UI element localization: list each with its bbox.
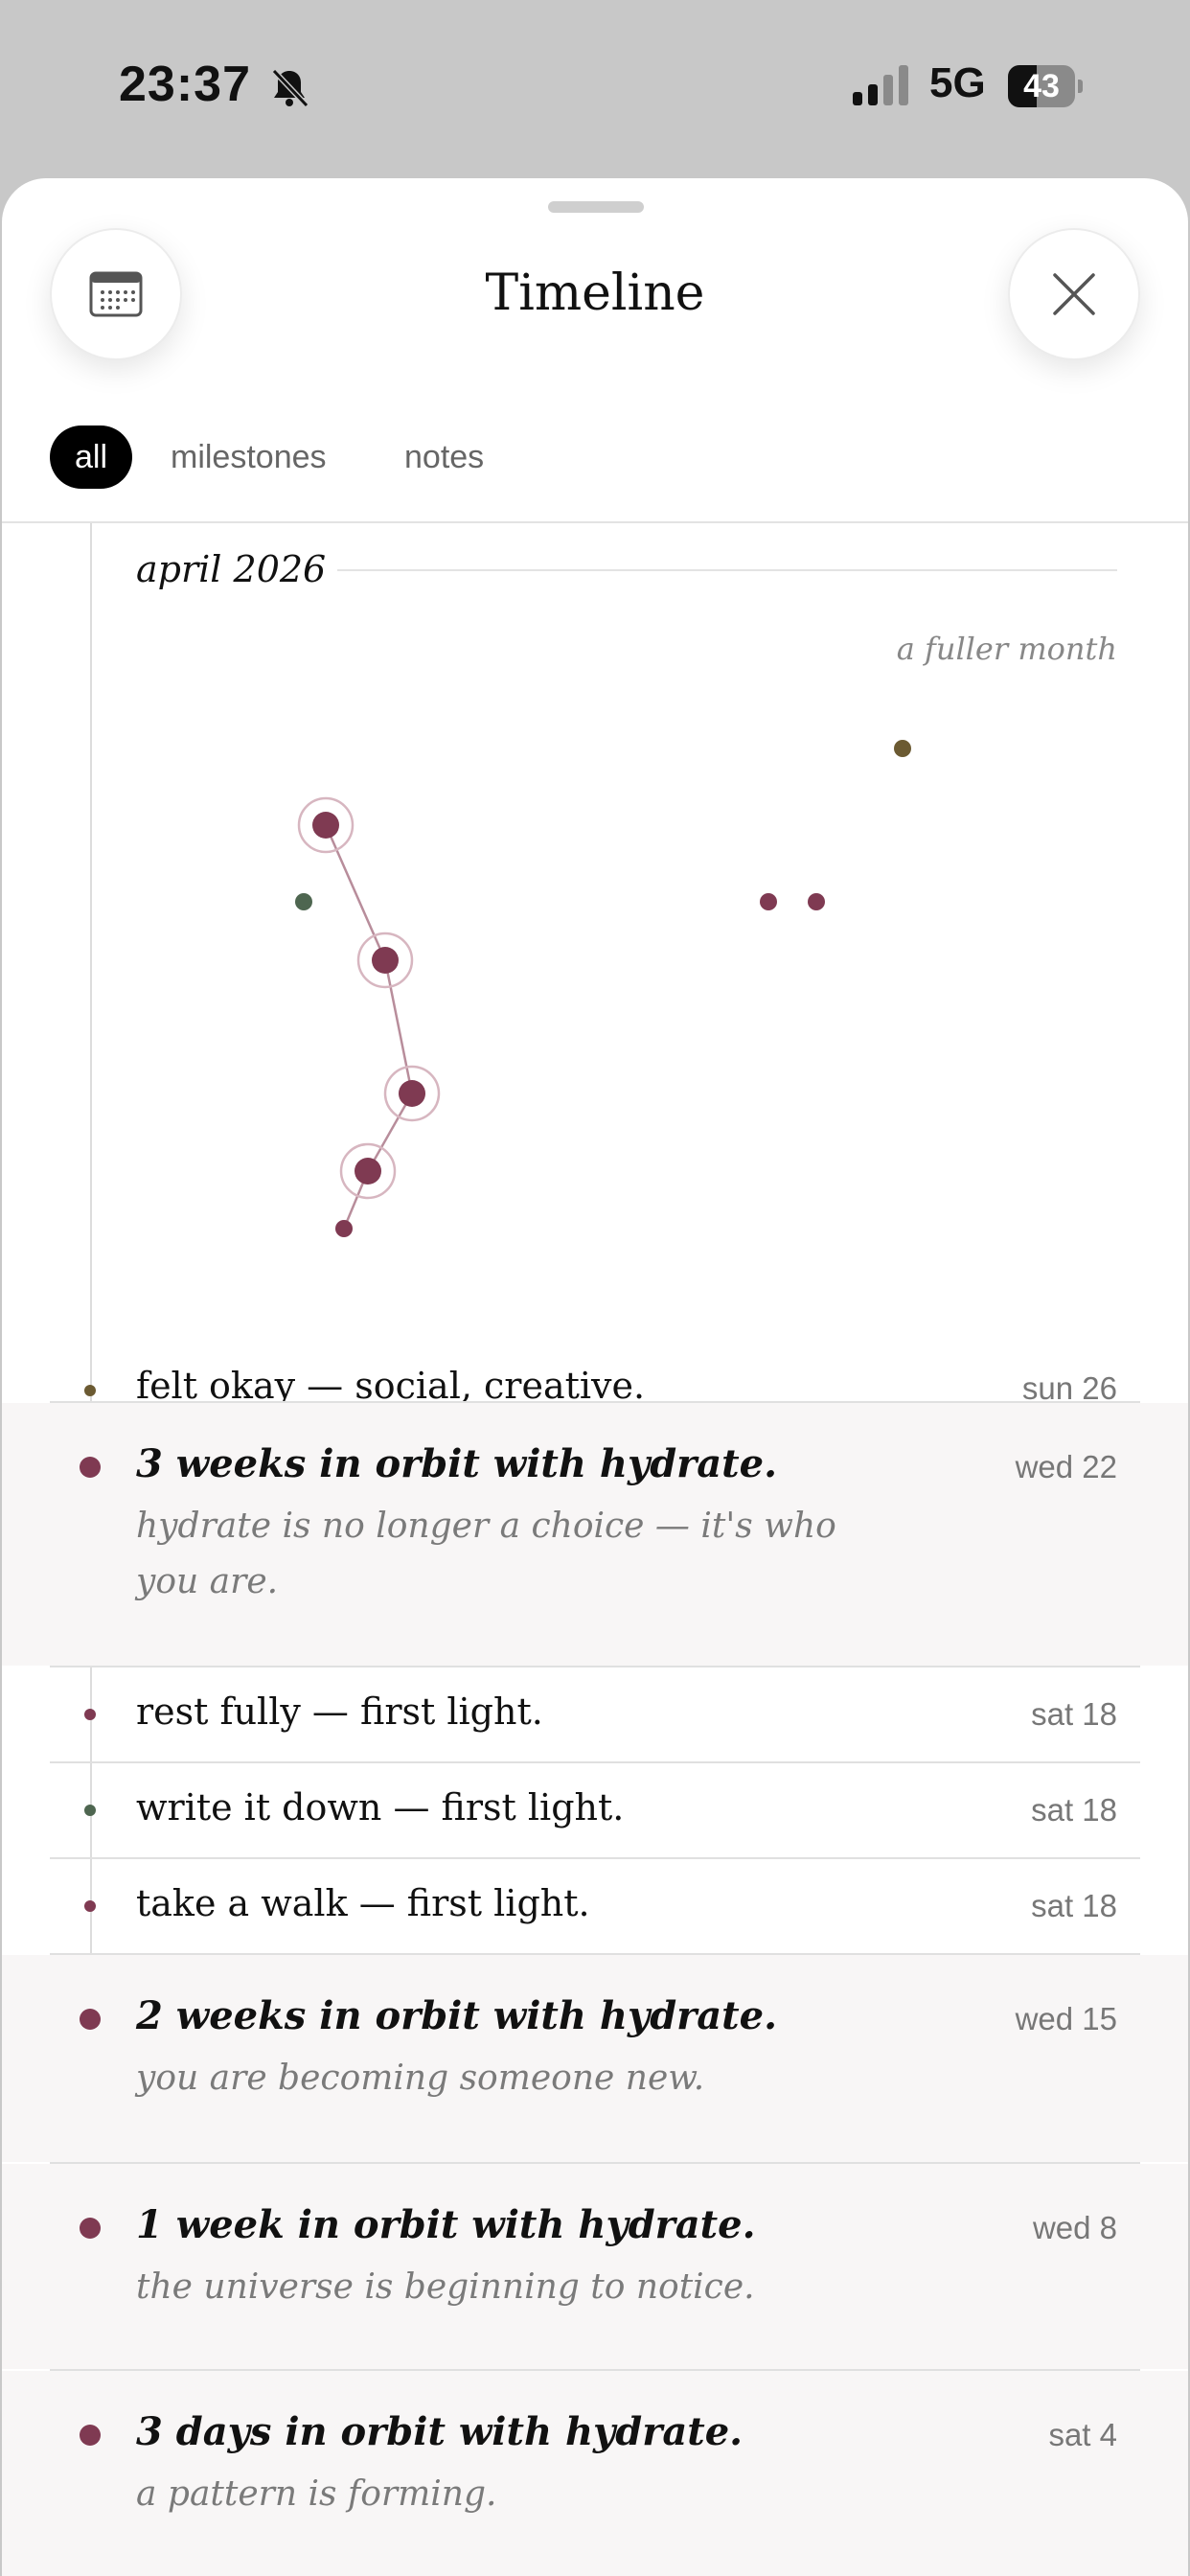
tab-milestones[interactable]: milestones [171, 426, 327, 489]
orbit-milestone-dot[interactable] [312, 812, 339, 839]
orbit-note-dot[interactable] [808, 893, 825, 910]
cellular-signal-icon [853, 65, 908, 105]
entry-date: sat 4 [1048, 2417, 1117, 2452]
bell-slash-icon [271, 68, 309, 108]
entry-text: write it down — first light. [136, 1786, 625, 1828]
entry-dot [84, 1709, 96, 1720]
entry-title: 3 weeks in orbit with hydrate. [136, 1441, 778, 1486]
entry-text: take a walk — first light. [136, 1882, 590, 1924]
milestone-entry[interactable]: 3 days in orbit with hydrate. sat 4 a pa… [2, 2371, 1188, 2576]
entry-text: rest fully — first light. [136, 1690, 543, 1733]
battery-percent: 43 [1023, 68, 1060, 104]
orbit-note-dot[interactable] [295, 893, 312, 910]
timeline-sheet: Timeline all milestones notes april 2026… [2, 178, 1188, 2576]
entry-subtitle: hydrate is no longer a choice — it's who… [136, 1506, 836, 1601]
entry-title: 3 days in orbit with hydrate. [136, 2409, 744, 2454]
entry-subtitle: a pattern is forming. [136, 2474, 497, 2514]
tabs-divider [2, 521, 1188, 523]
network-type: 5G [929, 59, 986, 106]
entry-date: wed 22 [1015, 1449, 1117, 1484]
orbit-milestone-dot[interactable] [372, 947, 399, 974]
entry-dot [84, 1805, 96, 1816]
milestone-entry[interactable]: 2 weeks in orbit with hydrate. wed 15 yo… [2, 1955, 1188, 2162]
timeline-entry[interactable]: take a walk — first light. sat 18 [2, 1859, 1188, 1953]
entry-date: wed 8 [1032, 2210, 1117, 2245]
entry-subtitle: you are becoming someone new. [136, 2058, 705, 2098]
battery-icon: 43 [1008, 65, 1085, 107]
month-heading: april 2026 [136, 548, 327, 590]
timeline-entry[interactable]: rest fully — first light. sat 18 [2, 1668, 1188, 1761]
timeline-entry[interactable]: write it down — first light. sat 18 [2, 1763, 1188, 1857]
orbit-note-dot[interactable] [760, 893, 777, 910]
entry-dot [80, 2009, 101, 2030]
entry-dot [80, 1457, 101, 1478]
entry-dot [80, 2425, 101, 2446]
entry-dot [80, 2218, 101, 2239]
sheet-grabber[interactable] [548, 201, 644, 213]
orbit-ring [297, 796, 355, 854]
entry-date: sat 18 [1031, 1888, 1117, 1923]
entry-date: wed 15 [1015, 2001, 1117, 2036]
milestone-entry[interactable]: 1 week in orbit with hydrate. wed 8 the … [2, 2164, 1188, 2369]
orbit-ring [356, 932, 414, 989]
orbit-milestone-dot[interactable] [399, 1080, 425, 1107]
close-icon [1053, 273, 1095, 315]
close-button[interactable] [1008, 228, 1140, 360]
entry-title: 2 weeks in orbit with hydrate. [136, 1993, 778, 2038]
entry-dot [84, 1900, 96, 1912]
entry-title: 1 week in orbit with hydrate. [136, 2202, 756, 2247]
orbit-note-dot[interactable] [335, 1220, 353, 1237]
entry-date: sat 18 [1031, 1792, 1117, 1828]
entry-subtitle: the universe is beginning to notice. [136, 2267, 755, 2307]
orbit-note-dot[interactable] [894, 740, 911, 757]
clock: 23:37 [119, 57, 251, 112]
tab-notes[interactable]: notes [404, 426, 484, 489]
orbit-link [324, 824, 414, 1230]
status-bar: 23:37 5G 43 [0, 0, 1190, 172]
entry-dot [84, 1385, 96, 1396]
orbit-ring [383, 1065, 441, 1122]
tab-all[interactable]: all [50, 426, 133, 489]
orbit-ring [339, 1142, 397, 1200]
entry-date: sat 18 [1031, 1696, 1117, 1732]
month-note: a fuller month [896, 631, 1117, 667]
month-divider [337, 569, 1117, 571]
milestone-entry[interactable]: 3 weeks in orbit with hydrate. wed 22 hy… [2, 1403, 1188, 1666]
orbit-milestone-dot[interactable] [355, 1158, 381, 1184]
